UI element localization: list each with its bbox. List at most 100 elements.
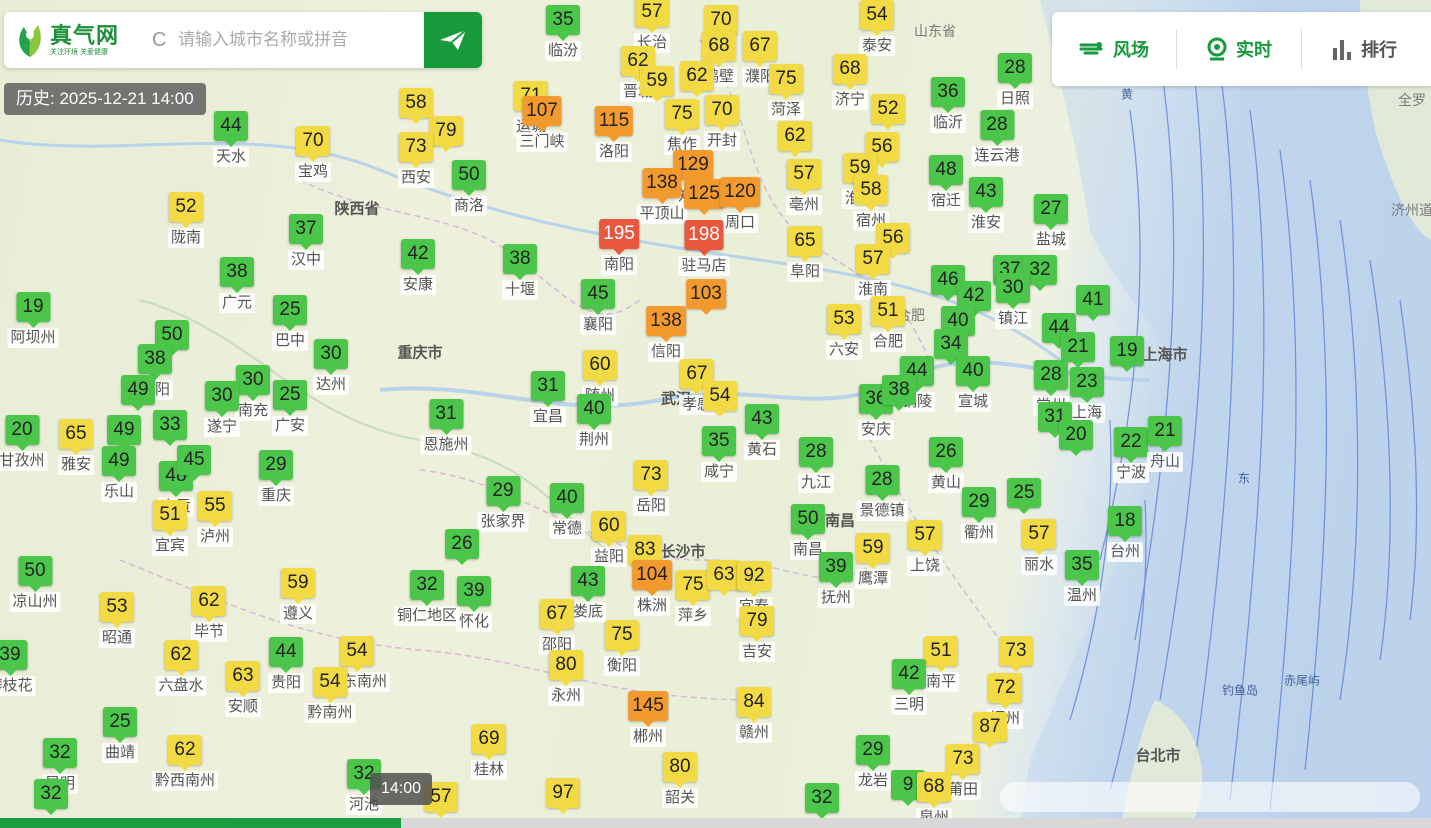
aqi-station-marker[interactable]: 32 [805,783,839,819]
aqi-station-marker[interactable]: 58 [399,88,433,124]
aqi-station-marker[interactable]: 52 陇南 [167,192,205,248]
refresh-icon[interactable]: C [152,29,176,52]
aqi-station-marker[interactable]: 62 [680,61,714,97]
aqi-station-marker[interactable]: 42 安康 [399,239,437,295]
aqi-station-marker[interactable]: 38 广元 [218,257,256,313]
aqi-station-marker[interactable]: 53 昭通 [98,592,136,648]
aqi-station-marker[interactable]: 80 永州 [547,650,585,706]
aqi-station-marker[interactable]: 57 上饶 [906,520,944,576]
aqi-station-marker[interactable]: 138 信阳 [646,306,686,362]
aqi-station-marker[interactable]: 87 [973,712,1007,748]
site-logo[interactable]: 真气网 关注环境 关爱健康 [4,21,152,59]
aqi-station-marker[interactable]: 51 合肥 [869,296,907,352]
aqi-station-marker[interactable]: 20 [1059,420,1093,456]
aqi-station-marker[interactable]: 21 [1061,332,1095,368]
aqi-station-marker[interactable]: 21 舟山 [1146,416,1184,472]
aqi-station-marker[interactable]: 35 临汾 [544,5,582,61]
realtime-button[interactable]: 实时 [1176,29,1301,69]
aqi-station-marker[interactable]: 20 甘孜州 [0,415,48,471]
aqi-station-marker[interactable]: 52 [871,94,905,130]
aqi-station-marker[interactable]: 36 临沂 [929,77,967,133]
aqi-station-marker[interactable]: 73 [999,636,1033,672]
aqi-station-marker[interactable]: 22 宁波 [1112,427,1150,483]
aqi-station-marker[interactable]: 30 遂宁 [203,381,241,437]
aqi-station-marker[interactable]: 57 丽水 [1020,519,1058,575]
aqi-station-marker[interactable]: 55 泸州 [196,491,234,547]
aqi-station-marker[interactable]: 97 [546,778,580,814]
aqi-station-marker[interactable]: 50 商洛 [450,160,488,216]
aqi-station-marker[interactable]: 30 达州 [312,339,350,395]
aqi-station-marker[interactable]: 50 凉山州 [9,556,61,612]
aqi-station-marker[interactable]: 29 张家界 [477,476,529,532]
aqi-station-marker[interactable]: 198 驻马店 [678,220,730,276]
aqi-station-marker[interactable]: 19 阿坝州 [7,292,59,348]
aqi-station-marker[interactable]: 57 淮南 [854,244,892,300]
aqi-station-marker[interactable]: 59 [640,66,674,102]
aqi-station-marker[interactable]: 33 [153,410,187,446]
aqi-station-marker[interactable]: 45 襄阳 [579,279,617,335]
aqi-station-marker[interactable]: 49 [107,415,141,451]
aqi-station-marker[interactable]: 104 株洲 [632,560,672,616]
aqi-station-marker[interactable]: 30 镇江 [994,273,1032,329]
aqi-station-marker[interactable]: 57 亳州 [785,159,823,215]
aqi-station-marker[interactable]: 35 温州 [1063,550,1101,606]
aqi-station-marker[interactable]: 67 邵阳 [538,599,576,655]
aqi-station-marker[interactable]: 49 [121,375,155,411]
aqi-station-marker[interactable]: 48 宿迁 [927,155,965,211]
aqi-station-marker[interactable]: 34 [934,329,968,365]
aqi-station-marker[interactable]: 31 恩施州 [420,399,472,455]
aqi-station-marker[interactable]: 39 怀化 [455,576,493,632]
aqi-station-marker[interactable]: 73 西安 [397,132,435,188]
aqi-station-marker[interactable]: 70 开封 [703,95,741,151]
aqi-station-marker[interactable]: 38 十堰 [501,244,539,300]
aqi-station-marker[interactable]: 43 黄石 [743,404,781,460]
city-search-input[interactable] [176,19,412,61]
aqi-station-marker[interactable]: 18 台州 [1106,506,1144,562]
aqi-station-marker[interactable]: 69 桂林 [470,724,508,780]
aqi-station-marker[interactable]: 40 荆州 [575,394,613,450]
aqi-station-marker[interactable]: 62 六盘水 [155,640,207,696]
aqi-station-marker[interactable]: 79 吉安 [738,606,776,662]
aqi-station-marker[interactable]: 75 菏泽 [767,64,805,120]
aqi-station-marker[interactable]: 28 景德镇 [856,465,908,521]
aqi-station-marker[interactable]: 28 连云港 [971,110,1023,166]
aqi-station-marker[interactable]: 138 平顶山 [636,168,688,224]
wind-field-button[interactable]: 风场 [1052,29,1176,69]
aqi-station-marker[interactable]: 65 雅安 [57,419,95,475]
search-button[interactable] [424,12,482,68]
aqi-station-marker[interactable]: 40 常德 [548,483,586,539]
aqi-station-marker[interactable]: 25 曲靖 [101,707,139,763]
aqi-station-marker[interactable]: 125 [684,179,724,215]
aqi-station-marker[interactable]: 30 南充 [234,365,272,421]
aqi-station-marker[interactable]: 75 衡阳 [603,620,641,676]
aqi-station-marker[interactable]: 84 赣州 [735,687,773,743]
timeline-bar[interactable] [0,818,1431,828]
aqi-station-marker[interactable]: 54 泰安 [858,0,896,56]
aqi-station-marker[interactable]: 29 龙岩 [854,735,892,791]
aqi-station-marker[interactable]: 44 天水 [212,111,250,167]
aqi-station-marker[interactable]: 39 抚州 [817,552,855,608]
aqi-station-marker[interactable]: 29 衢州 [960,487,998,543]
aqi-station-marker[interactable]: 45 [177,445,211,481]
aqi-station-marker[interactable]: 38 [882,375,916,411]
aqi-station-marker[interactable]: 54 [703,381,737,417]
aqi-station-marker[interactable]: 25 广安 [271,380,309,436]
aqi-station-marker[interactable]: 145 郴州 [628,691,668,747]
aqi-station-marker[interactable]: 25 巴中 [271,295,309,351]
aqi-station-marker[interactable]: 60 益阳 [590,511,628,567]
aqi-station-marker[interactable]: 43 娄底 [569,566,607,622]
aqi-station-marker[interactable]: 53 六安 [825,304,863,360]
aqi-station-marker[interactable]: 63 安顺 [224,661,262,717]
aqi-station-marker[interactable]: 73 岳阳 [632,460,670,516]
aqi-station-marker[interactable]: 32 铜仁地区 [393,570,461,626]
aqi-station-marker[interactable]: 32 [34,779,68,815]
aqi-station-marker[interactable]: 31 宜昌 [529,371,567,427]
aqi-station-marker[interactable]: 28 九江 [797,437,835,493]
aqi-map[interactable]: 山东省陕西省重庆市武汉长沙市南昌合肥上海市黄东钓鱼岛赤尾屿台北市济州道光州全罗 … [0,0,1431,828]
aqi-station-marker[interactable]: 65 阜阳 [786,226,824,282]
aqi-station-marker[interactable]: 26 [445,529,479,565]
aqi-station-marker[interactable]: 37 汉中 [287,214,325,270]
aqi-station-marker[interactable]: 68 济宁 [831,54,869,110]
aqi-station-marker[interactable]: 62 黔西南州 [151,735,219,791]
timeline-scroll-track[interactable] [1000,782,1420,812]
